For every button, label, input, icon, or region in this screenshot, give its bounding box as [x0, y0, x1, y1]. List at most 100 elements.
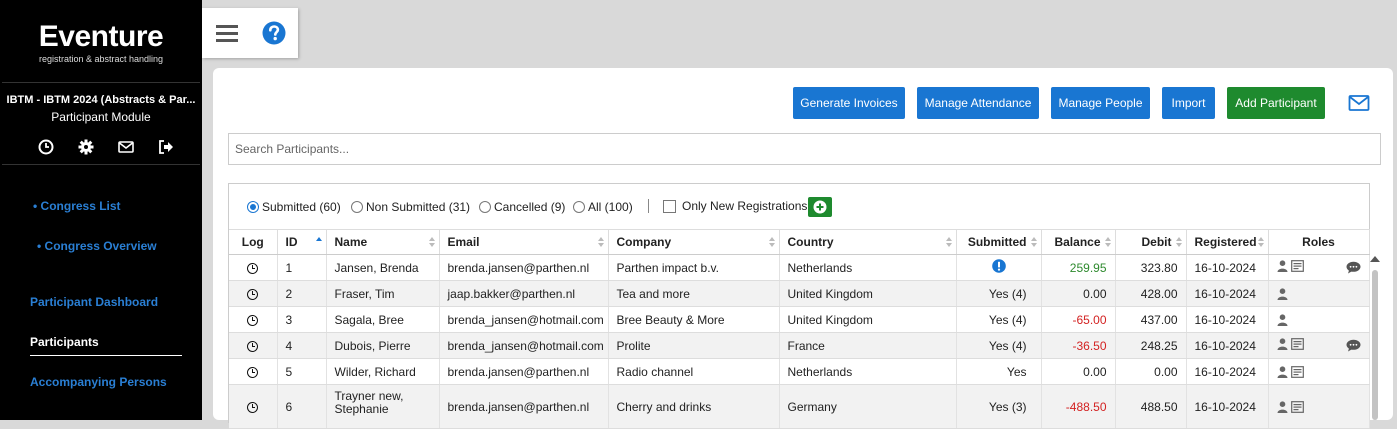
scroll-up-arrow[interactable] [1370, 256, 1380, 262]
log-cell[interactable] [229, 306, 278, 333]
log-cell[interactable] [229, 280, 278, 307]
import-button[interactable]: Import [1162, 87, 1215, 119]
filter-all-label: All (100) [588, 200, 633, 214]
main-panel: Generate Invoices Manage Attendance Mana… [213, 68, 1393, 429]
person-icon[interactable] [1277, 260, 1288, 272]
only-new-checkbox[interactable] [663, 199, 676, 213]
name-cell[interactable]: Jansen, Brenda [326, 254, 440, 281]
envelope-icon[interactable] [1348, 94, 1370, 112]
add-filter-button[interactable] [808, 197, 832, 217]
generate-invoices-button[interactable]: Generate Invoices [793, 87, 905, 119]
debit-cell: 488.50 [1115, 384, 1187, 429]
manage-attendance-button[interactable]: Manage Attendance [917, 87, 1039, 119]
hamburger-menu-icon[interactable] [216, 23, 238, 43]
filter-cancelled[interactable]: Cancelled (9) [479, 200, 565, 214]
clock-icon[interactable] [247, 288, 259, 300]
col-email-label: Email [447, 235, 480, 249]
nav-accompanying-persons[interactable]: Accompanying Persons [30, 375, 167, 389]
id-cell: 6 [277, 384, 327, 429]
col-debit[interactable]: Debit [1115, 229, 1187, 255]
sort-icon [428, 237, 435, 247]
gear-icon[interactable] [77, 138, 95, 156]
submitted-cell[interactable] [956, 254, 1042, 281]
col-id[interactable]: ID [277, 229, 327, 255]
table-row[interactable]: 2 Fraser, Tim jaap.bakker@parthen.nl Tea an… [229, 280, 1370, 307]
filter-all[interactable]: All (100) [573, 200, 633, 214]
filter-submitted[interactable]: Submitted (60) [247, 200, 341, 214]
table-row[interactable]: 3 Sagala, Bree brenda_jansen@hotmail.com Br… [229, 306, 1370, 333]
person-icon[interactable] [1277, 338, 1288, 350]
company-cell: Parthen impact b.v. [608, 254, 780, 281]
registered-cell: 16-10-2024 [1186, 358, 1269, 385]
clock-icon[interactable] [247, 340, 259, 352]
person-icon[interactable] [1277, 366, 1288, 379]
col-company[interactable]: Company [608, 229, 780, 255]
congress-name: IBTM - IBTM 2024 (Abstracts & Par... [6, 94, 196, 106]
id-card-icon[interactable] [1290, 366, 1304, 379]
divider [2, 164, 200, 165]
name-cell[interactable]: Wilder, Richard [326, 358, 440, 385]
only-new-registrations[interactable]: Only New Registrations [663, 199, 807, 213]
nav-congress-overview[interactable]: • Congress Overview [37, 239, 157, 253]
id-card-icon[interactable] [1290, 259, 1304, 272]
clock-icon[interactable] [247, 314, 259, 326]
filter-submitted-label: Submitted (60) [262, 200, 341, 214]
nav-congress-list[interactable]: • Congress List [33, 199, 121, 213]
participants-table: Log ID Name Email Company Country Submit… [229, 229, 1370, 429]
table-row[interactable]: 1 Jansen, Brenda brenda.jansen@parthen.nl P… [229, 254, 1370, 281]
nav-participant-dashboard[interactable]: Participant Dashboard [30, 295, 158, 309]
id-card-icon[interactable] [1290, 401, 1304, 414]
nav-participants[interactable]: Participants [30, 335, 99, 349]
clock-icon[interactable] [247, 262, 259, 274]
envelope-icon[interactable] [117, 138, 135, 156]
name-cell[interactable]: Sagala, Bree [326, 306, 440, 333]
filter-non-submitted[interactable]: Non Submitted (31) [351, 200, 470, 214]
clock-icon[interactable] [247, 401, 259, 413]
info-alert-icon[interactable] [991, 259, 1006, 273]
name-cell[interactable]: Trayner new, Stephanie [326, 384, 440, 429]
col-registered-label: Registered [1194, 235, 1257, 249]
filter-non-submitted-label: Non Submitted (31) [366, 200, 471, 214]
table-row[interactable]: 6 Trayner new, Stephanie brenda.jansen@par… [229, 384, 1370, 429]
id-card-icon[interactable] [1290, 337, 1304, 350]
person-icon[interactable] [1277, 314, 1288, 327]
chat-icon[interactable] [1346, 339, 1361, 352]
radio-selected[interactable] [247, 201, 259, 213]
email-cell: brenda.jansen@parthen.nl [439, 384, 609, 429]
id-cell: 3 [277, 306, 327, 333]
name-cell[interactable]: Dubois, Pierre [326, 332, 440, 359]
logout-icon[interactable] [157, 138, 175, 156]
scroll-thumb[interactable] [1372, 270, 1378, 420]
log-cell[interactable] [229, 332, 278, 359]
chat-icon[interactable] [1346, 261, 1361, 274]
col-country[interactable]: Country [779, 229, 957, 255]
log-cell[interactable] [229, 254, 278, 281]
person-icon[interactable] [1277, 288, 1288, 301]
person-icon[interactable] [1277, 401, 1288, 414]
company-cell: Tea and more [608, 280, 780, 307]
search-input[interactable] [228, 133, 1381, 165]
radio[interactable] [351, 201, 363, 213]
plus-circle-icon [813, 200, 827, 214]
submitted-cell: Yes (4) [956, 280, 1042, 307]
table-row[interactable]: 5 Wilder, Richard brenda.jansen@parthen.nl… [229, 358, 1370, 385]
radio[interactable] [479, 201, 491, 213]
col-email[interactable]: Email [439, 229, 609, 255]
col-name[interactable]: Name [326, 229, 440, 255]
log-cell[interactable] [229, 384, 278, 429]
clock-icon[interactable] [37, 138, 55, 156]
name-cell[interactable]: Fraser, Tim [326, 280, 440, 307]
col-country-label: Country [787, 235, 834, 249]
col-submitted[interactable]: Submitted [956, 229, 1042, 255]
add-participant-button[interactable]: Add Participant [1227, 87, 1325, 119]
log-cell[interactable] [229, 358, 278, 385]
manage-people-button[interactable]: Manage People [1051, 87, 1150, 119]
col-log[interactable]: Log [229, 229, 278, 255]
col-balance[interactable]: Balance [1041, 229, 1116, 255]
clock-icon[interactable] [247, 366, 259, 378]
table-row[interactable]: 4 Dubois, Pierre brenda_jansen@hotmail.com… [229, 332, 1370, 359]
module-name: Participant Module [51, 110, 151, 124]
radio[interactable] [573, 201, 585, 213]
help-icon[interactable] [262, 21, 286, 45]
col-registered[interactable]: Registered [1186, 229, 1269, 255]
